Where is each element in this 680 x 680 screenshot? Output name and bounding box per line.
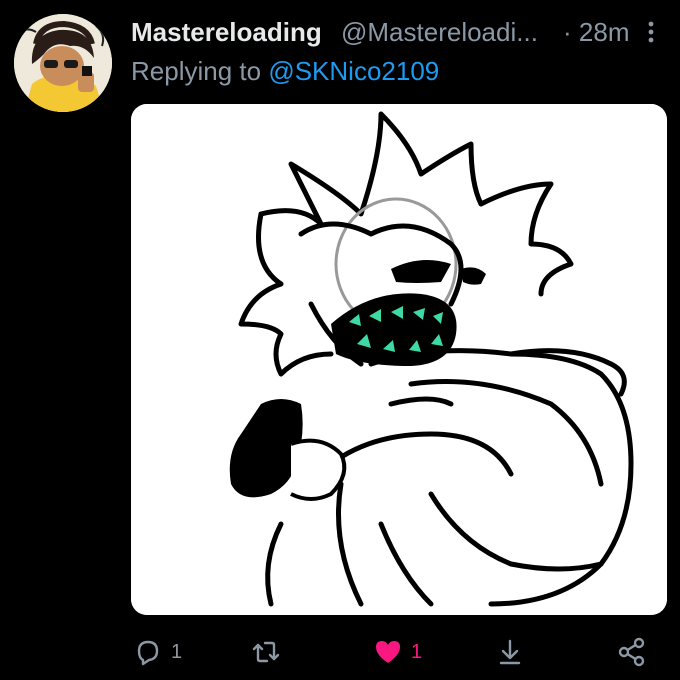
user-handle[interactable]: @Mastereloadi...: [341, 14, 538, 50]
download-icon: [499, 639, 521, 665]
separator-dot: ·: [563, 17, 572, 47]
like-button[interactable]: 1: [371, 632, 422, 672]
heart-filled-icon: [376, 641, 400, 663]
action-bar: 1 1: [131, 632, 671, 672]
tweet-header: Mastereloading @Mastereloadi... · 28m: [131, 14, 671, 50]
display-name[interactable]: Mastereloading: [131, 14, 322, 50]
reply-button[interactable]: 1: [131, 632, 182, 672]
media-drawing: [131, 104, 667, 615]
tweet-media[interactable]: [131, 104, 667, 615]
timestamp-value: 28m: [578, 17, 630, 47]
retweet-button[interactable]: [249, 632, 289, 672]
share-button[interactable]: [615, 632, 649, 672]
share-icon: [618, 637, 645, 667]
reply-prefix: Replying to: [131, 56, 269, 86]
tweet[interactable]: Mastereloading @Mastereloadi... · 28m Re…: [0, 0, 680, 680]
mention-link[interactable]: @SKNico2109: [268, 56, 439, 86]
like-count: 1: [411, 640, 423, 663]
avatar[interactable]: [14, 14, 112, 112]
timestamp[interactable]: · 28m: [563, 14, 629, 50]
reply-count: 1: [171, 640, 183, 663]
download-button[interactable]: [493, 632, 527, 672]
retweet-icon: [252, 641, 280, 663]
reply-icon: [137, 640, 159, 666]
avatar-image: [14, 14, 112, 112]
reply-context: Replying to @SKNico2109: [131, 54, 439, 88]
more-options-icon[interactable]: [641, 20, 661, 44]
